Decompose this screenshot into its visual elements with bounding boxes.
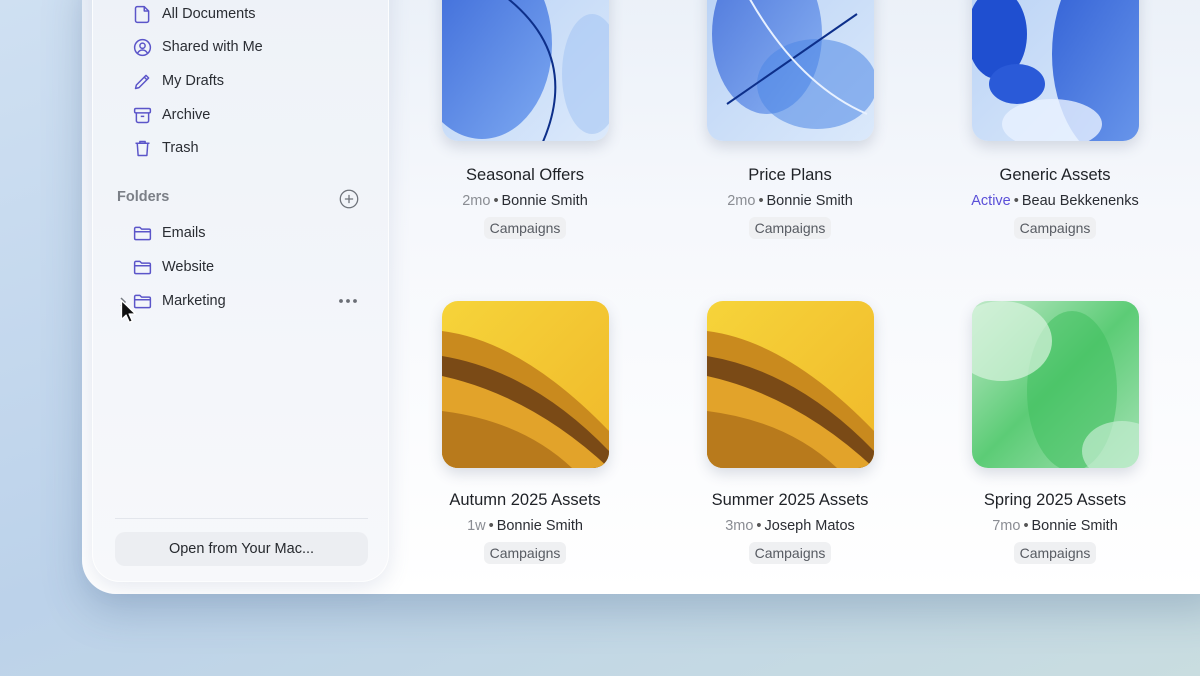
document-title: Generic Assets — [999, 166, 1111, 184]
document-icon — [131, 3, 153, 25]
document-owner: Bonnie Smith — [1031, 518, 1118, 534]
separator-dot: • — [1013, 193, 1019, 209]
document-thumbnail[interactable] — [707, 301, 874, 468]
sidebar: All Documents Shared with Me My Drafts A… — [92, 0, 389, 582]
separator-dot: • — [758, 193, 764, 209]
trash-icon — [131, 137, 153, 159]
document-tag[interactable]: Campaigns — [483, 542, 567, 564]
document-title: Autumn 2025 Assets — [449, 491, 601, 509]
document-tag[interactable]: Campaigns — [1013, 542, 1097, 564]
document-status-active: Active — [971, 193, 1011, 209]
folder-icon — [131, 222, 153, 244]
document-title: Price Plans — [748, 166, 832, 184]
sidebar-item-shared-with-me[interactable]: Shared with Me — [131, 34, 263, 60]
document-owner: Bonnie Smith — [496, 518, 583, 534]
document-time: 7mo — [992, 518, 1021, 534]
sidebar-item-all-documents[interactable]: All Documents — [131, 1, 255, 27]
document-owner: Beau Bekkenenks — [1021, 193, 1139, 209]
pencil-icon — [131, 70, 153, 92]
folders-heading: Folders — [117, 189, 170, 205]
document-thumbnail[interactable] — [442, 301, 609, 468]
sidebar-item-label: All Documents — [162, 6, 256, 22]
sidebar-folder-marketing[interactable]: Marketing — [131, 288, 226, 314]
sidebar-divider — [115, 518, 368, 519]
document-tag[interactable]: Campaigns — [748, 542, 832, 564]
document-tag[interactable]: Campaigns — [483, 217, 567, 239]
folder-label: Marketing — [162, 293, 226, 309]
document-thumbnail[interactable] — [972, 0, 1139, 141]
folder-icon — [131, 256, 153, 278]
document-title: Spring 2025 Assets — [983, 491, 1127, 509]
document-meta: 2mo • Bonnie Smith — [415, 193, 635, 209]
folder-label: Emails — [162, 225, 206, 241]
sidebar-item-archive[interactable]: Archive — [131, 102, 210, 128]
sidebar-folder-emails[interactable]: Emails — [131, 220, 206, 246]
separator-dot: • — [1023, 518, 1029, 534]
document-title: Seasonal Offers — [465, 166, 584, 184]
document-meta: Active • Beau Bekkenenks — [945, 193, 1165, 209]
sidebar-item-label: Trash — [162, 140, 199, 156]
sidebar-item-label: Archive — [162, 107, 211, 123]
document-owner: Joseph Matos — [764, 518, 855, 534]
sidebar-item-trash[interactable]: Trash — [131, 135, 199, 161]
document-tag[interactable]: Campaigns — [748, 217, 832, 239]
document-tag[interactable]: Campaigns — [1013, 217, 1097, 239]
document-owner: Bonnie Smith — [766, 193, 853, 209]
more-options-icon[interactable] — [336, 291, 360, 311]
open-from-mac-button[interactable]: Open from Your Mac... — [115, 532, 368, 566]
document-meta: 1w • Bonnie Smith — [415, 518, 635, 534]
sidebar-folder-website[interactable]: Website — [131, 254, 214, 280]
folder-label: Website — [162, 259, 215, 275]
document-thumbnail[interactable] — [972, 301, 1139, 468]
document-time: 2mo — [727, 193, 756, 209]
separator-dot: • — [488, 518, 494, 534]
sidebar-item-label: Shared with Me — [162, 39, 263, 55]
document-thumbnail[interactable] — [442, 0, 609, 141]
archive-box-icon — [131, 104, 153, 126]
document-title: Summer 2025 Assets — [711, 491, 869, 509]
document-time: 2mo — [462, 193, 491, 209]
document-thumbnail[interactable] — [707, 0, 874, 141]
sidebar-item-label: My Drafts — [162, 73, 225, 89]
separator-dot: • — [493, 193, 499, 209]
document-meta: 7mo • Bonnie Smith — [945, 518, 1165, 534]
sidebar-item-my-drafts[interactable]: My Drafts — [131, 68, 224, 94]
person-circle-icon — [131, 36, 153, 58]
document-meta: 3mo • Joseph Matos — [680, 518, 900, 534]
add-folder-icon[interactable] — [338, 188, 360, 210]
document-time: 1w — [467, 518, 486, 534]
separator-dot: • — [756, 518, 762, 534]
document-meta: 2mo • Bonnie Smith — [680, 193, 900, 209]
document-time: 3mo — [725, 518, 754, 534]
document-owner: Bonnie Smith — [501, 193, 588, 209]
mouse-cursor-icon — [120, 299, 138, 325]
